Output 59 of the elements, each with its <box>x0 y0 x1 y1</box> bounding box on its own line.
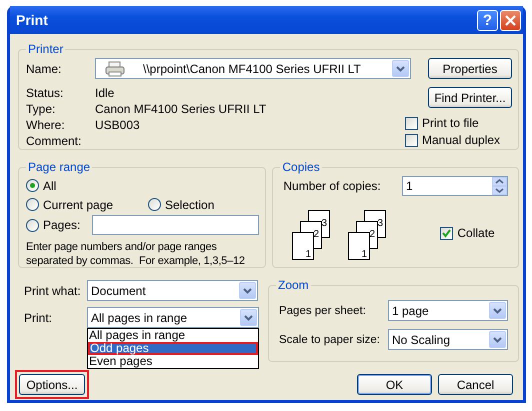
checkbox-label: Print to file <box>422 116 479 130</box>
dialog-button[interactable]: Cancel <box>438 374 513 395</box>
radio-label: All <box>43 178 56 192</box>
close-icon <box>505 14 516 26</box>
field-label: Type: <box>26 102 56 116</box>
field-label: Where: <box>26 118 66 132</box>
radio-button[interactable] <box>148 198 161 211</box>
radio-label: Selection <box>165 198 214 212</box>
dialog-button[interactable]: OK <box>357 374 432 395</box>
zoom-dropdown[interactable]: No Scaling <box>388 329 508 350</box>
field-label: Scale to paper size: <box>278 334 380 346</box>
field-label: Print: <box>24 310 54 324</box>
print-what-dropdown[interactable]: Document <box>87 280 258 301</box>
page-number: 3 <box>378 218 384 229</box>
dropdown-option[interactable]: Even pages <box>88 355 258 368</box>
radio-label: Current page <box>43 198 114 212</box>
checkbox[interactable] <box>405 134 418 146</box>
spin-arrows-icon[interactable] <box>492 177 507 195</box>
zoom-dropdown[interactable]: 1 page <box>388 300 508 321</box>
checkbox-label: Collate <box>457 226 495 240</box>
field-value: Canon MF4100 Series UFRII LT <box>95 102 266 116</box>
radio-button[interactable] <box>26 218 39 232</box>
group-title: Zoom <box>276 278 310 292</box>
radio-button[interactable] <box>26 198 39 211</box>
page-number: 2 <box>314 229 320 240</box>
checkbox[interactable] <box>440 226 454 240</box>
print-dropdown[interactable]: All pages in range <box>87 307 259 328</box>
dialog-button[interactable]: Options... <box>19 374 85 395</box>
radio-label: Pages: <box>43 218 80 232</box>
checkbox[interactable] <box>405 116 418 130</box>
page-number: 1 <box>306 249 312 260</box>
checkbox-label: Manual duplex <box>422 133 500 147</box>
help-button[interactable]: ? <box>477 10 498 30</box>
group-title: Copies <box>281 160 321 174</box>
field-label: Comment: <box>26 134 82 148</box>
close-button[interactable] <box>500 10 521 30</box>
dropdown-option[interactable]: Odd pages <box>88 342 258 355</box>
page-number: 1 <box>362 249 368 260</box>
field-label: Print what: <box>24 284 82 298</box>
printer-dropdown[interactable]: \\prpoint\Canon MF4100 Series UFRII LT <box>95 58 411 79</box>
page-number: 2 <box>370 229 376 240</box>
printer-icon <box>105 60 125 76</box>
field-label: Status: <box>26 86 64 100</box>
field-label: Number of copies: <box>283 179 381 193</box>
properties-button[interactable]: Properties <box>428 58 512 79</box>
page-number: 3 <box>322 218 328 229</box>
radio-button[interactable] <box>26 179 39 192</box>
group-title: Printer <box>27 42 64 56</box>
find-printer-button[interactable]: Find Printer... <box>428 87 512 108</box>
hint-text: Enter page numbers and/or page ranges separated by commas. For example, 1,3,5–12 <box>26 240 246 268</box>
field-value: Idle <box>95 86 114 100</box>
pages-input-field[interactable] <box>92 215 260 235</box>
field-value: USB003 <box>95 118 140 132</box>
dropdown-option[interactable]: All pages in range <box>88 329 258 342</box>
group-title: Page range <box>27 160 92 174</box>
field-label: Name: <box>26 62 62 76</box>
copies-spinbox[interactable]: 1 <box>402 176 508 196</box>
field-label: Pages per sheet: <box>278 304 366 316</box>
window-title: Print <box>16 12 49 28</box>
